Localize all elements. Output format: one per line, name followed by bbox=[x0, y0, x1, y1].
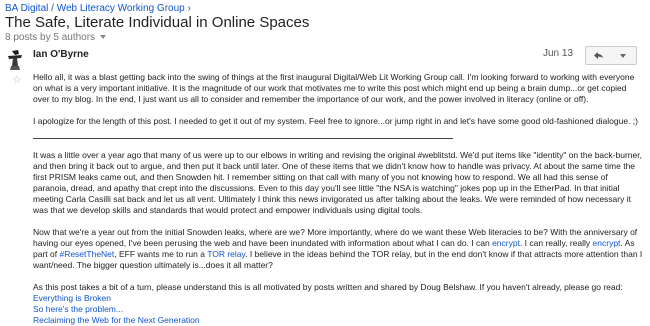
dropdown-caret-icon bbox=[99, 35, 106, 40]
tor-relay-link[interactable]: TOR relay bbox=[207, 249, 245, 259]
thread-title: The Safe, Literate Individual in Online … bbox=[5, 14, 310, 31]
link-everything-is-broken[interactable]: Everything is Broken bbox=[33, 293, 645, 304]
paragraph-5-text: As this post takes a bit of a turn, plea… bbox=[33, 282, 623, 292]
post-body: Hello all, it was a blast getting back i… bbox=[33, 72, 645, 326]
star-icon[interactable]: ☆ bbox=[12, 73, 22, 86]
more-actions-button[interactable] bbox=[611, 46, 637, 65]
author-name[interactable]: Ian O'Byrne bbox=[33, 49, 89, 60]
post: ☆ Ian O'Byrne Jun 13 Hello all, it was a… bbox=[0, 42, 650, 325]
breadcrumb-group-link[interactable]: BA Digital bbox=[5, 3, 48, 14]
encrypt-link-1[interactable]: encrypt bbox=[492, 238, 520, 248]
paragraph-4-text: , EFF wants me to run a bbox=[114, 249, 208, 259]
paragraph-4: Now that we're a year out from the initi… bbox=[33, 227, 645, 271]
breadcrumb: BA Digital / Web Literacy Working Group … bbox=[5, 3, 191, 14]
post-date: Jun 13 bbox=[543, 48, 574, 59]
paragraph-1: Hello all, it was a blast getting back i… bbox=[33, 72, 635, 104]
paragraph-3: It was a little over a year ago that man… bbox=[33, 150, 642, 215]
breadcrumb-separator: / bbox=[48, 3, 57, 14]
divider bbox=[33, 138, 453, 139]
link-reclaiming-the-web[interactable]: Reclaiming the Web for the Next Generati… bbox=[33, 315, 645, 326]
breadcrumb-arrow-icon: › bbox=[187, 3, 191, 14]
paragraph-4-text: . I can really, really bbox=[519, 238, 593, 248]
encrypt-link-2[interactable]: encrypt bbox=[593, 238, 621, 248]
paragraph-5: As this post takes a bit of a turn, plea… bbox=[33, 282, 645, 326]
reset-the-net-link[interactable]: #ResetTheNet bbox=[59, 249, 114, 259]
reply-arrow-icon bbox=[594, 52, 603, 59]
chevron-down-icon bbox=[620, 54, 626, 58]
breadcrumb-subgroup-link[interactable]: Web Literacy Working Group bbox=[57, 3, 185, 14]
reply-button[interactable] bbox=[585, 46, 612, 65]
paragraph-2: I apologize for the length of this post.… bbox=[33, 116, 639, 126]
link-so-heres-the-problem[interactable]: So here's the problem... bbox=[33, 304, 645, 315]
avatar[interactable] bbox=[6, 48, 24, 70]
